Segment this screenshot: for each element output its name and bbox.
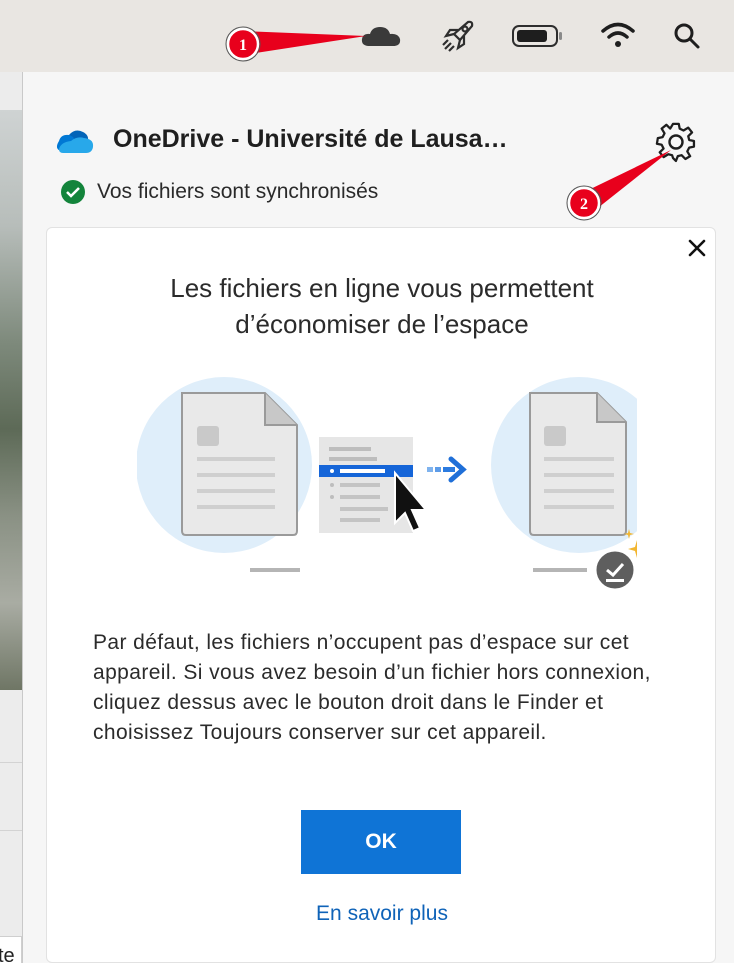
rocket-icon[interactable] — [440, 18, 476, 54]
account-title: OneDrive - Université de Lausa… — [113, 125, 508, 153]
background-window: te — [0, 72, 22, 963]
document-icon — [181, 392, 298, 536]
heading-line-1: Les fichiers en ligne vous permettent — [170, 273, 594, 303]
card-body-text: Par défaut, les fichiers n’occupent pas … — [93, 631, 651, 744]
ok-button[interactable]: OK — [301, 810, 461, 874]
onedrive-panel: OneDrive - Université de Lausa… Vos fich… — [22, 72, 734, 963]
sync-status-text: Vos fichiers sont synchronisés — [97, 180, 379, 203]
onedrive-logo-icon — [53, 127, 95, 160]
settings-gear-icon[interactable] — [655, 121, 697, 163]
arrow-right-icon — [427, 456, 467, 483]
onedrive-cloud-icon[interactable] — [360, 18, 402, 54]
wallpaper-image — [0, 110, 22, 690]
heading-line-2: d’économiser de l’espace — [235, 309, 529, 339]
learn-more-link: En savoir plus — [47, 902, 717, 926]
check-circle-icon — [61, 180, 85, 204]
files-illustration — [136, 373, 667, 608]
sync-status: Vos fichiers sont synchronisés — [61, 180, 378, 204]
card-heading: Les fichiers en ligne vous permettent d’… — [47, 270, 717, 342]
divider — [0, 830, 22, 831]
battery-icon[interactable] — [512, 18, 564, 54]
close-icon[interactable] — [683, 234, 711, 262]
divider — [0, 762, 22, 763]
search-icon[interactable] — [672, 18, 702, 54]
background-tab-label: te — [0, 936, 22, 963]
document-icon — [529, 392, 627, 536]
files-on-demand-card: Les fichiers en ligne vous permettent d’… — [46, 227, 716, 963]
wifi-icon[interactable] — [600, 18, 636, 54]
learn-more-link-text[interactable]: En savoir plus — [316, 902, 448, 925]
menu-bar — [0, 0, 734, 72]
